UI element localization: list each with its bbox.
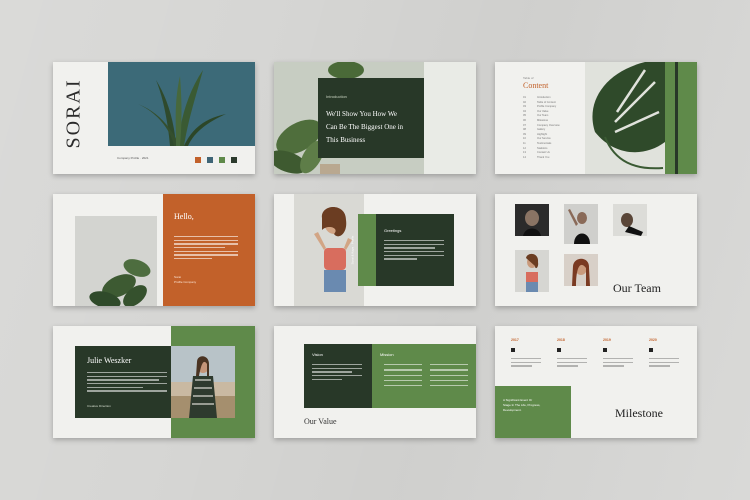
milestone-green-box: A Significant Event Or Stage In The Life… [495, 386, 571, 438]
team-photo-5 [564, 254, 598, 286]
intro-label: Introduction [326, 94, 347, 99]
profile-role: Creative Direction [87, 404, 111, 408]
greetings-green-strip: Sorai & Kaya · Profile [350, 214, 376, 286]
milestone-marker [649, 348, 653, 352]
profile-name: Julie Weszker [87, 356, 132, 365]
team-photo-1 [515, 204, 549, 236]
intro-heading: We'll Show You How We Can Be The Biggest… [326, 108, 403, 147]
toc-item-label: Our Service [537, 137, 551, 141]
toc-items: 01 Introduction 02 Table of Content 03 Profil… [523, 96, 560, 160]
toc-item-label: Introduction [537, 96, 551, 99]
cover-caption: Company Profile · 2021 [117, 156, 149, 160]
milestone-marker [603, 348, 607, 352]
slide-content[interactable]: Table of Content 01 Introduction 02 Table o… [495, 62, 697, 174]
intro-heading-line1: We'll Show You How We [326, 110, 397, 118]
mission-panel: Mission [372, 344, 476, 408]
team-photo-3 [613, 204, 647, 236]
content-photo [585, 62, 665, 174]
intro-heading-line2: Can Be The Biggest One in [326, 123, 404, 131]
milestone-marker [511, 348, 515, 352]
slide-cover[interactable]: SORAI Company Profile · 2021 [53, 62, 255, 174]
vision-panel: Vision [304, 344, 372, 408]
slide-team[interactable]: Our Team [495, 194, 697, 306]
toc-item-label: Company Overview [537, 123, 560, 127]
toc-item-label: Statistics [537, 146, 548, 150]
greetings-paragraph [384, 240, 444, 262]
swatch-green [219, 157, 225, 163]
intro-panel: Introduction We'll Show You How We Can B… [318, 78, 424, 158]
content-label: Table of [523, 76, 534, 80]
slide-profile[interactable]: Julie Weszker Creative Direction [53, 326, 255, 438]
milestone-box-text: A Significant Event Or Stage In The Life… [503, 398, 540, 413]
milestone-text [557, 358, 587, 369]
greetings-vertical-text: Sorai & Kaya · Profile [350, 235, 355, 265]
hello-title: Hello, [174, 212, 194, 221]
milestone-year: 2017 [511, 338, 519, 342]
swatch-dark [231, 157, 237, 163]
greetings-label: Greetings [384, 228, 402, 233]
toc-item-label: Profile Company [537, 105, 557, 109]
toc-item-label: Our Value [537, 109, 549, 113]
milestone-title: Milestone [615, 406, 663, 420]
swatch-orange [195, 157, 201, 163]
hello-signoff: Sorai Profile Company [174, 275, 196, 285]
content-list: 01 Introduction 02 Table of Content 03 Profil… [523, 96, 560, 160]
content-green-bar [665, 62, 697, 174]
cover-plant-photo [108, 62, 255, 146]
content-dark-stripe [675, 62, 678, 174]
toc-item-label: Highlight [537, 132, 548, 136]
toc-item-number: 14 [523, 155, 526, 159]
hello-photo [75, 216, 157, 306]
milestone-marker [557, 348, 561, 352]
greetings-panel: Greetings [376, 214, 454, 286]
slide-milestone[interactable]: 2017 2018 2019 2020 A Significant Event Or … [495, 326, 697, 438]
cover-brand: SORAI [62, 78, 85, 149]
profile-paragraph [87, 372, 167, 394]
milestone-box-line3: Development. [503, 408, 522, 412]
vision-paragraph [312, 364, 362, 382]
toc-item: 14 Thank You [523, 156, 560, 161]
toc-item-label: Milestone [537, 118, 549, 122]
content-title: Content [523, 81, 549, 90]
mission-list-right [430, 364, 468, 389]
swatch-teal [207, 157, 213, 163]
milestone-year: 2019 [603, 338, 611, 342]
hello-paragraph [174, 236, 238, 262]
slide-hello[interactable]: Hello, Sorai Profile Company [53, 194, 255, 306]
slide-introduction[interactable]: Introduction We'll Show You How We Can B… [274, 62, 476, 174]
mission-label: Mission [380, 352, 394, 357]
team-photo-2 [564, 204, 598, 244]
team-title: Our Team [613, 281, 661, 295]
milestone-year: 2020 [649, 338, 657, 342]
toc-item-label: Gallery [537, 128, 546, 132]
slide-value[interactable]: Vision Mission Our Value [274, 326, 476, 438]
toc-item-label: Testimonials [537, 141, 552, 145]
mission-list-left [384, 364, 422, 389]
value-title: Our Value [304, 417, 337, 426]
toc-item-label: Thank You [537, 155, 550, 159]
hello-signoff-line2: Profile Company [174, 280, 197, 284]
profile-photo [171, 346, 235, 418]
milestone-year: 2018 [557, 338, 565, 342]
toc-item-label: Our Team [537, 114, 549, 118]
toc-item-label: Table of Content [537, 100, 556, 104]
slide-greetings[interactable]: Sorai & Kaya · Profile Greetings [274, 194, 476, 306]
team-photo-4 [515, 250, 549, 292]
intro-heading-line3: This Business [326, 136, 366, 144]
milestone-text [649, 358, 679, 369]
vision-label: Vision [312, 352, 323, 357]
milestone-text [511, 358, 541, 369]
cover-brand-wrapper: SORAI [61, 72, 91, 152]
toc-item-label: Contact Us [537, 151, 550, 155]
milestone-text [603, 358, 633, 369]
